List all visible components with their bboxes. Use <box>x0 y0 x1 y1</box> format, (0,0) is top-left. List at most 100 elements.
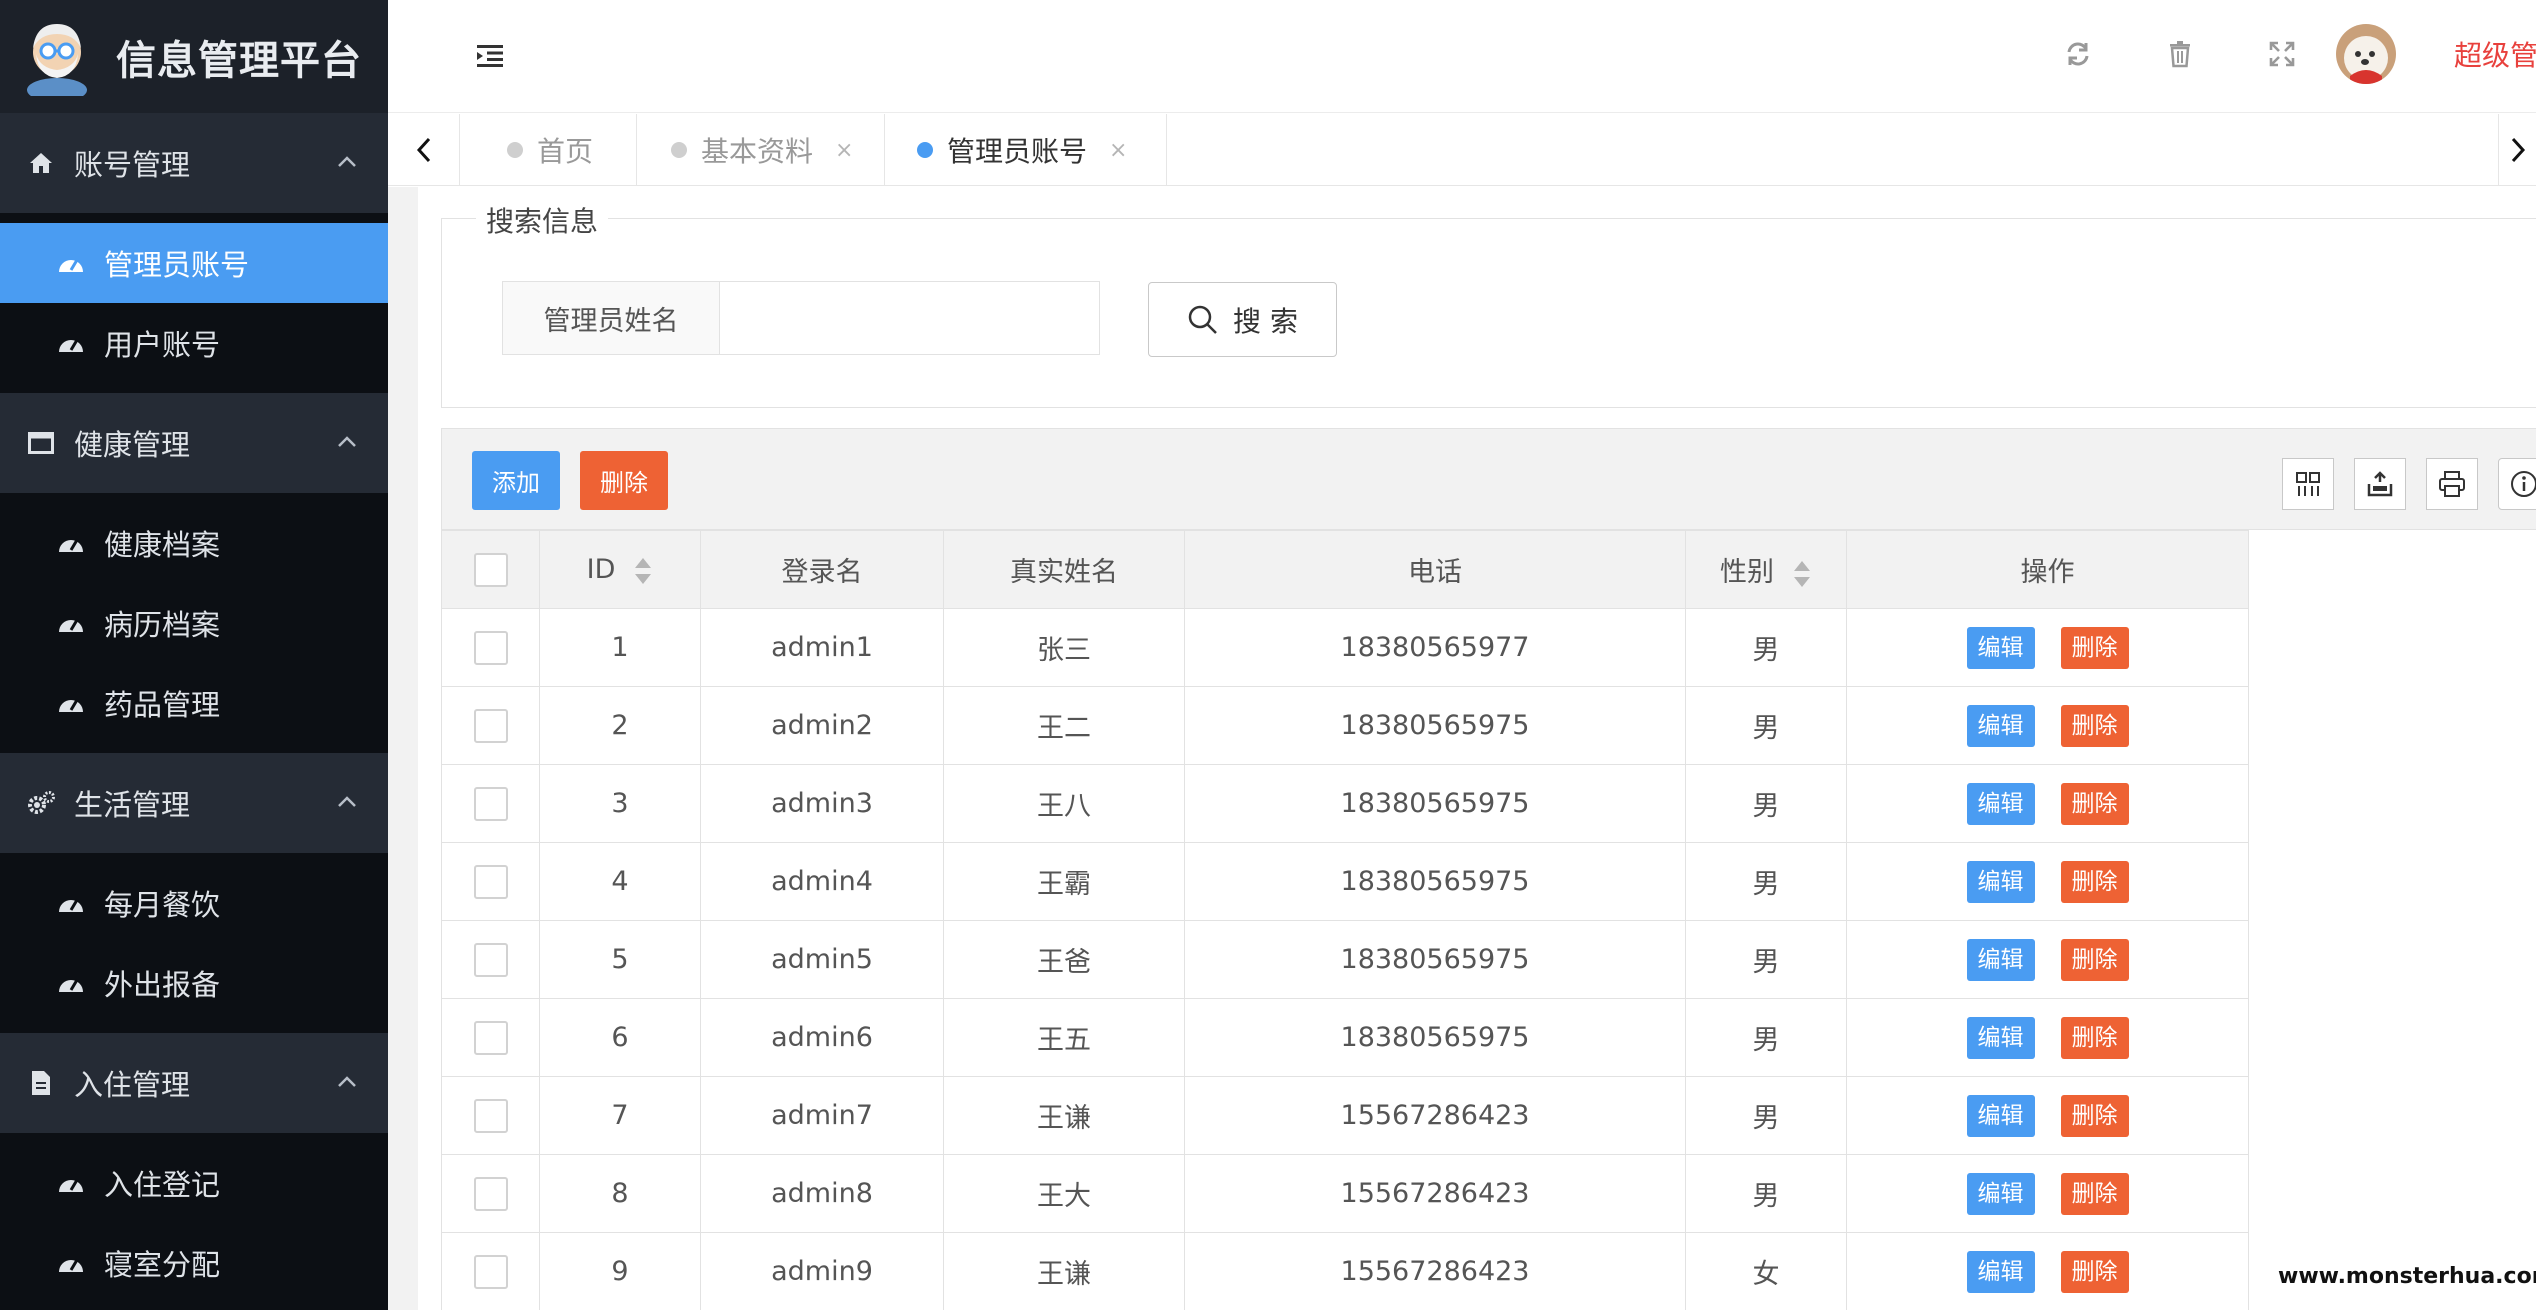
delete-button[interactable]: 删除 <box>2060 1172 2129 1215</box>
row-checkbox[interactable] <box>473 864 508 899</box>
export-icon[interactable] <box>2354 458 2406 510</box>
edit-button[interactable]: 编辑 <box>1966 1094 2035 1137</box>
delete-button[interactable]: 删除 <box>2060 782 2129 825</box>
edit-button[interactable]: 编辑 <box>1966 860 2035 903</box>
row-checkbox[interactable] <box>473 630 508 665</box>
row-checkbox[interactable] <box>473 1176 508 1211</box>
row-select-cell <box>441 1154 540 1233</box>
admin-name-input[interactable] <box>720 281 1100 355</box>
row-checkbox[interactable] <box>473 1098 508 1133</box>
sort-icon[interactable] <box>633 557 653 584</box>
cell-actions: 编辑 删除 <box>1846 608 2249 687</box>
sidebar-item-outing-report[interactable]: 外出报备 <box>0 943 388 1023</box>
dashboard-icon <box>56 1248 86 1278</box>
user-name[interactable]: 超级管 <box>2454 34 2536 74</box>
cell-name: 王二 <box>943 686 1185 765</box>
row-checkbox[interactable] <box>473 786 508 821</box>
gears-icon <box>26 788 56 818</box>
sidebar-group-life[interactable]: 生活管理 <box>0 753 388 853</box>
cell-login: admin1 <box>700 608 944 687</box>
cell-phone: 18380565977 <box>1184 608 1686 687</box>
table-row: 6 admin6 王五 18380565975 男 编辑 删除 <box>441 998 2249 1077</box>
sidebar-item-checkin-register[interactable]: 入住登记 <box>0 1143 388 1223</box>
edit-button[interactable]: 编辑 <box>1966 1250 2035 1293</box>
sidebar-group-health[interactable]: 健康管理 <box>0 393 388 493</box>
edit-button[interactable]: 编辑 <box>1966 1016 2035 1059</box>
cell-phone: 18380565975 <box>1184 764 1686 843</box>
cell-phone: 15567286423 <box>1184 1232 1686 1310</box>
table-row: 7 admin7 王谦 15567286423 男 编辑 删除 <box>441 1076 2249 1155</box>
sidebar-item-health-records[interactable]: 健康档案 <box>0 503 388 583</box>
print-icon[interactable] <box>2426 458 2478 510</box>
search-button[interactable]: 搜 索 <box>1148 282 1337 357</box>
tab-bar: 首页 基本资料 × 管理员账号 × <box>388 114 2536 186</box>
tab-close-icon[interactable]: × <box>1109 138 1127 163</box>
table-row: 3 admin3 王八 18380565975 男 编辑 删除 <box>441 764 2249 843</box>
avatar[interactable] <box>2336 24 2396 84</box>
row-checkbox[interactable] <box>473 942 508 977</box>
delete-button[interactable]: 删除 <box>2060 704 2129 747</box>
delete-button[interactable]: 删除 <box>2060 626 2129 669</box>
edit-button[interactable]: 编辑 <box>1966 704 2035 747</box>
tab-status-dot <box>507 142 523 158</box>
cell-login: admin6 <box>700 998 944 1077</box>
tab-close-icon[interactable]: × <box>835 138 853 163</box>
edit-button[interactable]: 编辑 <box>1966 1172 2035 1215</box>
edit-button[interactable]: 编辑 <box>1966 782 2035 825</box>
select-all-checkbox[interactable] <box>473 552 508 587</box>
sidebar-group-account[interactable]: 账号管理 <box>0 113 388 213</box>
cell-id: 2 <box>539 686 701 765</box>
sidebar-item-label: 每月餐饮 <box>104 888 221 922</box>
tab-status-dot <box>917 142 933 158</box>
delete-button[interactable]: 删除 <box>2060 1250 2129 1293</box>
tab-scroll-left[interactable] <box>388 114 460 186</box>
delete-button[interactable]: 删除 <box>2060 1094 2129 1137</box>
edit-button[interactable]: 编辑 <box>1966 938 2035 981</box>
dashboard-icon <box>56 688 86 718</box>
sidebar-item-user-account[interactable]: 用户账号 <box>0 303 388 383</box>
tab-basic-info[interactable]: 基本资料 × <box>637 114 885 186</box>
row-select-cell <box>441 608 540 687</box>
menu-indent-icon[interactable] <box>470 35 510 75</box>
sidebar-item-medical-records[interactable]: 病历档案 <box>0 583 388 663</box>
batch-delete-button[interactable]: 删除 <box>580 451 668 510</box>
sidebar-item-admin-account[interactable]: 管理员账号 <box>0 223 388 303</box>
edit-button[interactable]: 编辑 <box>1966 626 2035 669</box>
refresh-icon[interactable] <box>2058 34 2098 74</box>
delete-button[interactable]: 删除 <box>2060 860 2129 903</box>
row-checkbox[interactable] <box>473 1254 508 1289</box>
sidebar-group-checkin[interactable]: 入住管理 <box>0 1033 388 1133</box>
tab-admin-account[interactable]: 管理员账号 × <box>885 114 1167 186</box>
delete-button[interactable]: 删除 <box>2060 1016 2129 1059</box>
cell-login: admin8 <box>700 1154 944 1233</box>
cell-phone: 18380565975 <box>1184 842 1686 921</box>
sort-icon[interactable] <box>1792 560 1812 587</box>
info-icon[interactable] <box>2498 458 2536 510</box>
column-header-gender[interactable]: 性别 <box>1685 530 1847 609</box>
column-header-id[interactable]: ID <box>539 530 701 609</box>
trash-icon[interactable] <box>2160 34 2200 74</box>
add-button[interactable]: 添加 <box>472 451 560 510</box>
tab-label: 基本资料 <box>701 135 814 168</box>
sidebar-item-dorm-assign[interactable]: 寝室分配 <box>0 1223 388 1303</box>
logo-icon <box>24 18 90 102</box>
watermark: www.monsterhua.com <box>2278 1264 2536 1289</box>
column-header-login: 登录名 <box>700 530 944 609</box>
row-checkbox[interactable] <box>473 1020 508 1055</box>
cell-id: 7 <box>539 1076 701 1155</box>
delete-button[interactable]: 删除 <box>2060 938 2129 981</box>
tab-scroll-right[interactable] <box>2498 114 2536 186</box>
tab-home[interactable]: 首页 <box>461 114 637 186</box>
row-checkbox[interactable] <box>473 708 508 743</box>
sidebar-item-monthly-meals[interactable]: 每月餐饮 <box>0 863 388 943</box>
cell-name: 张三 <box>943 608 1185 687</box>
sidebar-item-label: 外出报备 <box>104 968 221 1002</box>
cell-gender: 男 <box>1685 920 1847 999</box>
columns-filter-icon[interactable] <box>2282 458 2334 510</box>
fullscreen-icon[interactable] <box>2262 34 2302 74</box>
cell-phone: 15567286423 <box>1184 1076 1686 1155</box>
cell-gender: 男 <box>1685 608 1847 687</box>
sidebar-item-medicine[interactable]: 药品管理 <box>0 663 388 743</box>
chevron-left-icon <box>416 137 430 163</box>
cell-phone: 18380565975 <box>1184 686 1686 765</box>
